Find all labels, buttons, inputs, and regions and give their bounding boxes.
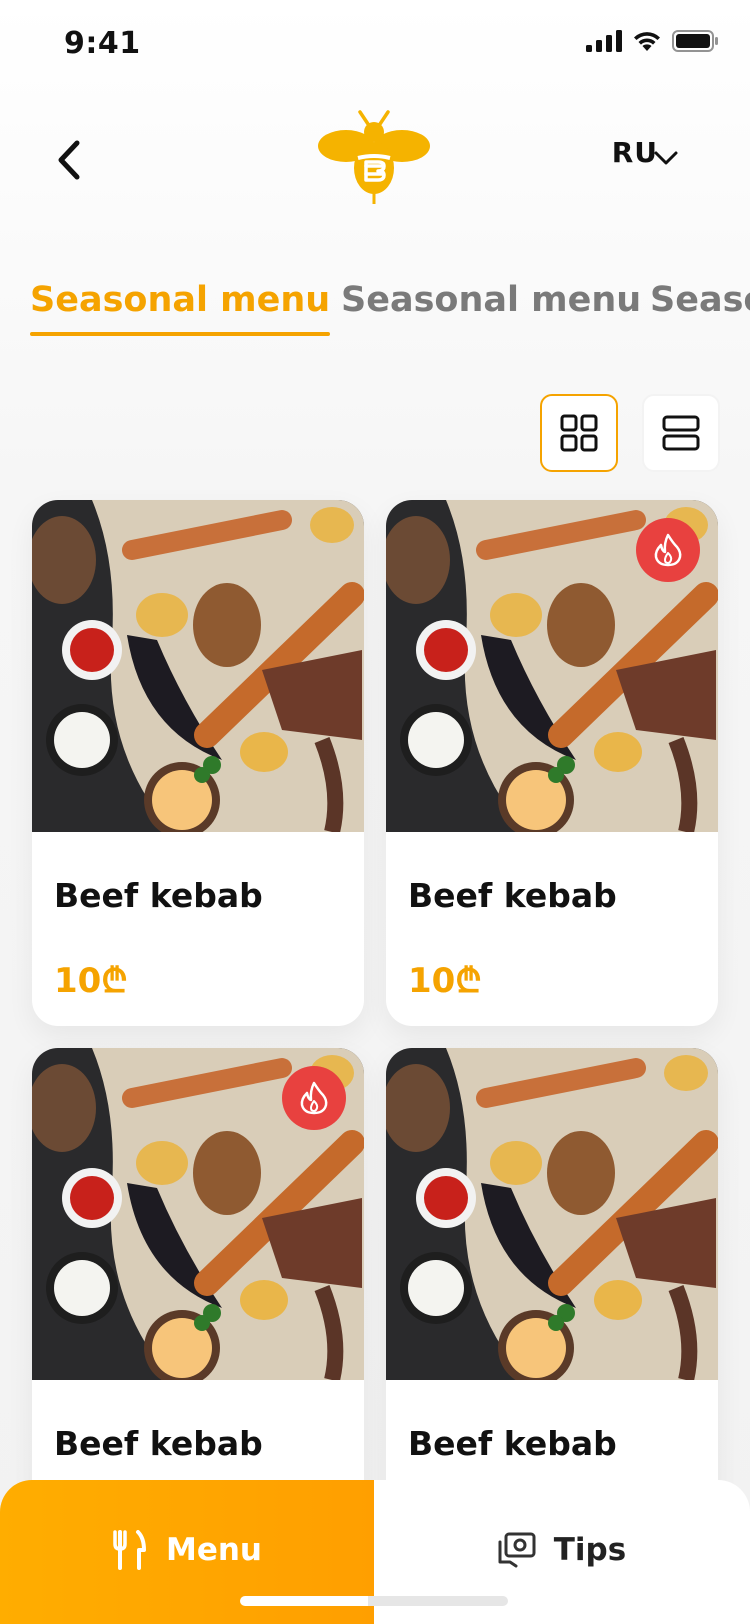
grid-view-icon xyxy=(560,414,598,452)
product-photo xyxy=(32,500,364,832)
tab-seasonal-menu-3[interactable]: Seasonal menu xyxy=(650,280,750,320)
product-price: 10₾ xyxy=(54,961,128,1001)
list-view-button[interactable] xyxy=(642,394,720,472)
status-bar: 9:41 xyxy=(0,0,750,92)
product-name: Beef kebab xyxy=(54,876,263,915)
status-time: 9:41 xyxy=(64,26,141,61)
list-view-icon xyxy=(662,415,700,451)
wifi-icon xyxy=(634,32,660,51)
product-price: 10₾ xyxy=(408,961,482,1001)
product-name: Beef kebab xyxy=(408,876,617,915)
battery-icon xyxy=(672,30,718,52)
category-tabs: Seasonal menu Seasonal menu Seasonal men… xyxy=(0,280,750,350)
back-button[interactable] xyxy=(40,130,100,190)
spicy-badge xyxy=(636,518,700,582)
tips-icon xyxy=(498,1532,536,1568)
fork-knife-icon xyxy=(113,1530,146,1570)
header: RU xyxy=(0,100,750,220)
product-name: Beef kebab xyxy=(408,1424,617,1463)
tab-seasonal-menu-1[interactable]: Seasonal menu xyxy=(30,280,331,336)
product-card-2[interactable]: Beef kebab 10₾ xyxy=(386,500,718,1026)
signal-icon xyxy=(586,30,622,52)
nav-tips-label: Tips xyxy=(553,1532,627,1568)
chevron-down-icon[interactable] xyxy=(652,144,680,172)
status-icons xyxy=(586,30,718,52)
kebab-platter-image xyxy=(32,500,364,832)
product-card-1[interactable]: Beef kebab 10₾ xyxy=(32,500,364,1026)
flame-icon xyxy=(300,1081,328,1115)
spicy-badge xyxy=(282,1066,346,1130)
tab-seasonal-menu-2[interactable]: Seasonal menu xyxy=(341,280,641,320)
product-photo xyxy=(386,500,718,832)
tab-label: Seasonal menu xyxy=(30,280,331,320)
tab-label: Seasonal menu xyxy=(341,280,642,320)
product-photo xyxy=(386,1048,718,1380)
bee-logo xyxy=(318,110,430,204)
nav-menu-label: Menu xyxy=(165,1532,262,1568)
product-name: Beef kebab xyxy=(54,1424,263,1463)
product-photo xyxy=(32,1048,364,1380)
kebab-platter-image xyxy=(386,1048,718,1380)
grid-view-button[interactable] xyxy=(540,394,618,472)
active-tab-underline xyxy=(30,332,331,336)
flame-icon xyxy=(654,533,682,567)
back-icon xyxy=(58,140,80,180)
home-indicator xyxy=(240,1596,508,1606)
tab-label: Seasonal menu xyxy=(650,280,750,320)
